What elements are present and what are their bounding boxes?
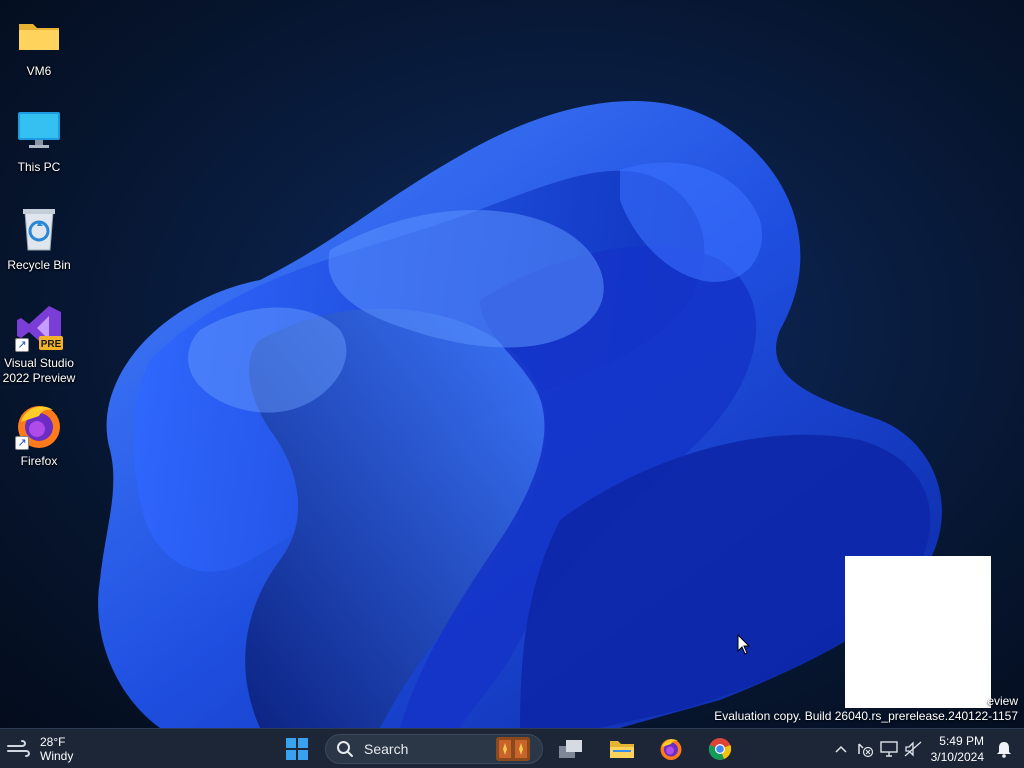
display-icon[interactable] [877, 737, 901, 761]
windows-start-icon [286, 738, 308, 760]
task-view-icon [559, 740, 582, 758]
network-disconnected-icon[interactable] [853, 737, 877, 761]
mouse-cursor-icon [737, 634, 751, 655]
desktop-icon-visual-studio[interactable]: PRE ↗ Visual Studio 2022 Preview [2, 304, 76, 386]
clock[interactable]: 5:49 PM 3/10/2024 [931, 733, 984, 765]
monitor-icon [15, 108, 63, 156]
taskbar: 28°F Windy Search 5:49 PM 3/10/2024 [0, 728, 1024, 768]
desktop-icon-label: Firefox [20, 454, 58, 468]
visual-studio-preview-icon: PRE ↗ [15, 304, 63, 352]
task-view-button[interactable] [553, 733, 589, 765]
shortcut-arrow-icon: ↗ [15, 338, 29, 352]
bell-icon[interactable] [992, 737, 1016, 761]
desktop-icon-label: This PC [17, 160, 61, 174]
firefox-icon: ↗ [15, 402, 63, 450]
search-icon [337, 741, 353, 757]
desktop-icon-this-pc[interactable]: This PC [2, 108, 76, 175]
chevron-up-icon[interactable] [829, 737, 853, 761]
desktop-icon-recycle-bin[interactable]: Recycle Bin [2, 206, 76, 273]
recycle-bin-icon [15, 206, 63, 254]
folder-icon [15, 12, 63, 60]
clock-time: 5:49 PM [939, 734, 984, 748]
blank-popup-window[interactable] [845, 556, 991, 708]
desktop-icon-vm6[interactable]: VM6 [2, 12, 76, 79]
weather-temperature: 28°F [40, 735, 66, 749]
weather-condition: Windy [40, 749, 74, 763]
volume-muted-icon[interactable] [901, 737, 925, 761]
file-explorer-icon [610, 741, 634, 758]
watermark-build-text: Evaluation copy. Build 26040.rs_prerelea… [714, 709, 1018, 723]
firefox-icon [660, 739, 682, 760]
desktop-icon-label: VM6 [26, 64, 52, 78]
chrome-icon [708, 738, 732, 760]
system-tray: 5:49 PM 3/10/2024 [829, 729, 1024, 768]
desktop-icon-label: Recycle Bin [7, 258, 71, 272]
taskbar-search-box[interactable]: Search [325, 734, 543, 764]
search-highlight-image [496, 737, 530, 761]
start-button[interactable] [279, 733, 315, 765]
shortcut-arrow-icon: ↗ [15, 436, 29, 450]
desktop[interactable]: VM6 This PC Recycle Bin PRE ↗ Visual Stu… [0, 0, 1024, 728]
watermark-edition-text: eview [987, 694, 1018, 708]
desktop-icon-firefox[interactable]: ↗ Firefox [2, 402, 76, 469]
desktop-icon-label: Visual Studio 2022 Preview [2, 356, 76, 385]
clock-date: 3/10/2024 [930, 750, 984, 764]
taskbar-file-explorer[interactable] [604, 733, 640, 765]
svg-text:PRE: PRE [41, 339, 62, 350]
search-placeholder: Search [364, 741, 409, 757]
taskbar-chrome[interactable] [702, 733, 738, 765]
weather-widget[interactable]: 28°F Windy [6, 733, 73, 765]
taskbar-firefox[interactable] [653, 733, 689, 765]
weather-wind-icon [7, 740, 30, 757]
